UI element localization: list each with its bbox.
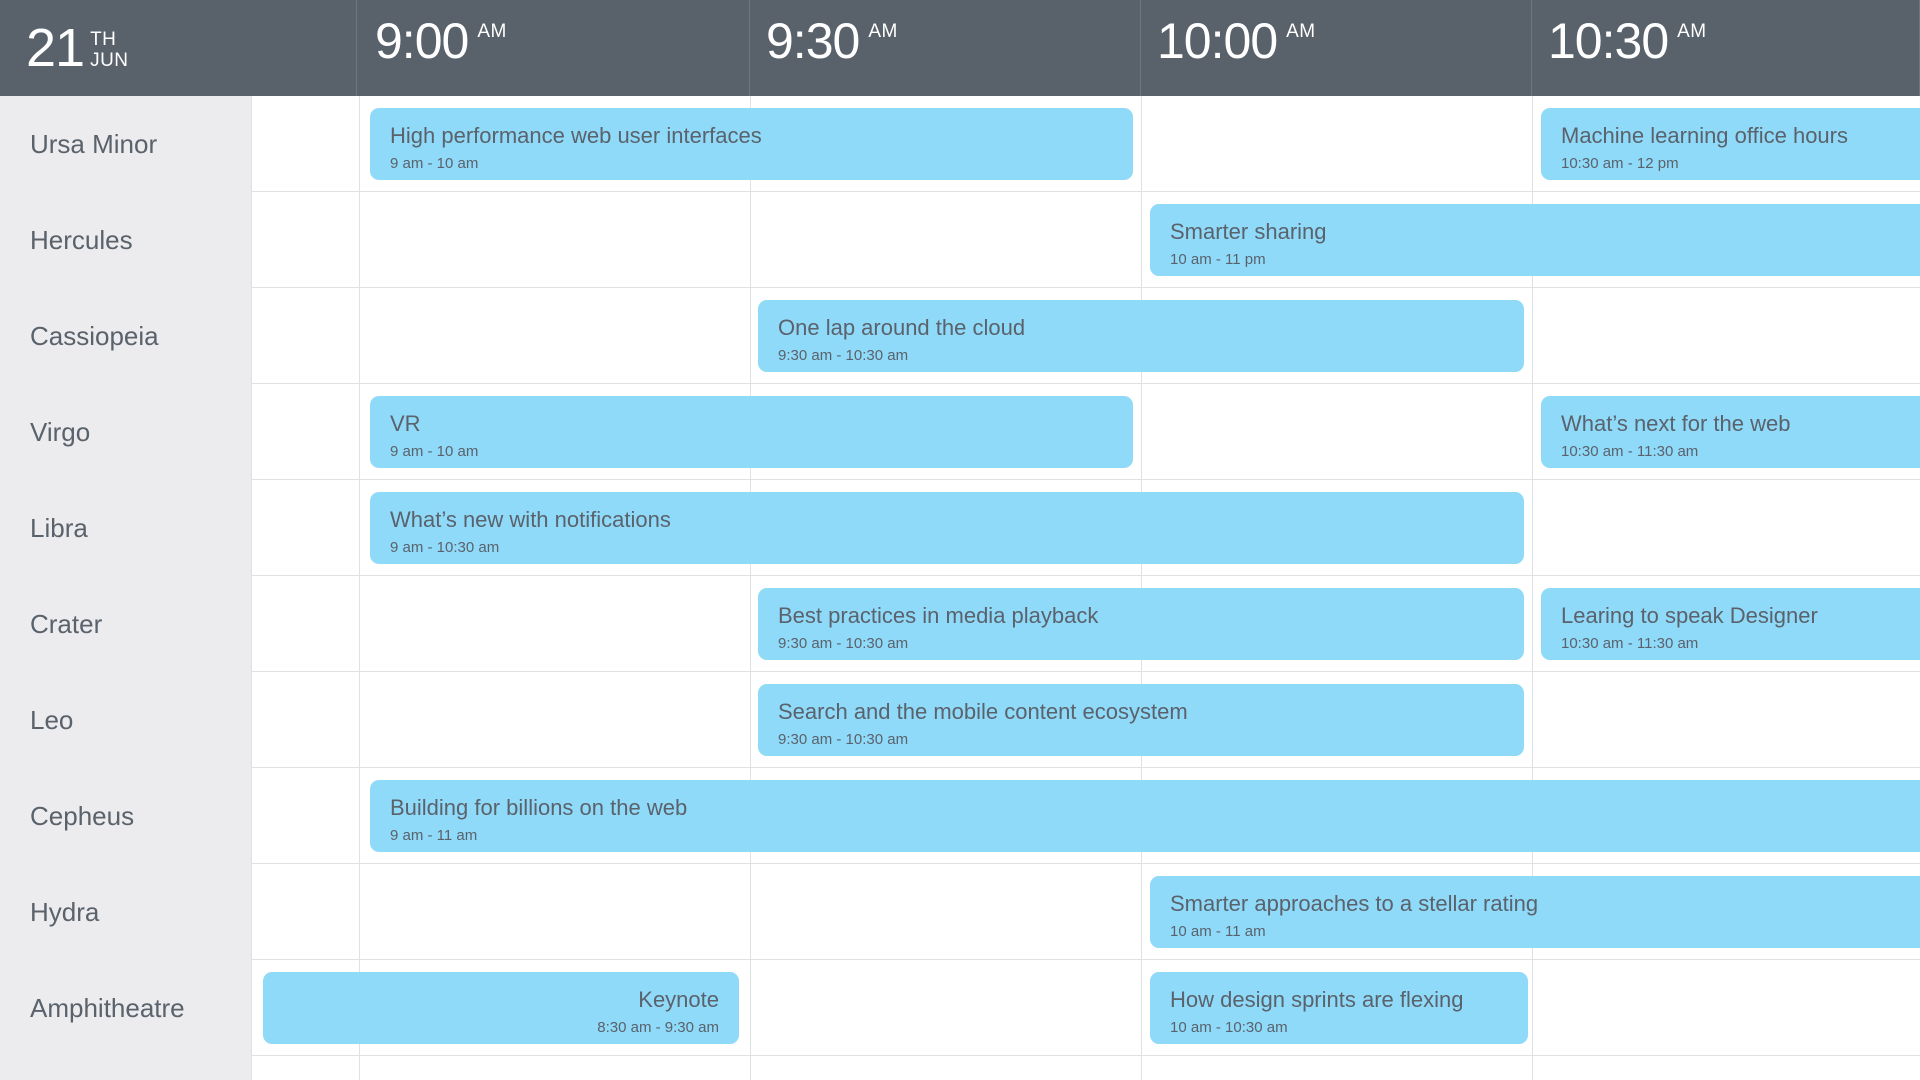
time-column-meridiem: AM: [1677, 21, 1707, 42]
grid-line-vertical-0: [251, 96, 252, 1080]
event-block[interactable]: Machine learning office hours 10:30 am - …: [1541, 108, 1920, 180]
event-time-range: 10:30 am - 12 pm: [1561, 155, 1679, 172]
event-block[interactable]: Building for billions on the web 9 am - 1…: [370, 780, 1920, 852]
event-time-range: 9:30 am - 10:30 am: [778, 635, 909, 652]
time-column-label: 9:30: [766, 13, 860, 69]
event-title: Keynote: [638, 987, 719, 1012]
event-block[interactable]: VR 9 am - 10 am: [370, 396, 1133, 468]
event-title: VR: [390, 411, 421, 436]
event-title: Best practices in media playback: [778, 603, 1099, 628]
time-column-meridiem: AM: [1286, 21, 1316, 42]
event-title: One lap around the cloud: [778, 315, 1026, 340]
event-time-range: 10 am - 10:30 am: [1170, 1019, 1288, 1036]
event-time-range: 9 am - 10 am: [390, 155, 479, 172]
event-block[interactable]: Keynote 8:30 am - 9:30 am: [263, 972, 739, 1044]
event-block[interactable]: High performance web user interfaces 9 am…: [370, 108, 1133, 180]
event-title: Learing to speak Designer: [1561, 603, 1818, 628]
event-block[interactable]: What’s new with notifications 9 am - 10:3…: [370, 492, 1524, 564]
time-column-header-10-00[interactable]: 10:00 AM: [1141, 0, 1532, 96]
event-block[interactable]: One lap around the cloud 9:30 am - 10:30 …: [758, 300, 1524, 372]
header-date-month: JUN: [90, 50, 129, 71]
event-block[interactable]: Smarter approaches to a stellar rating 10…: [1150, 876, 1920, 948]
event-title: High performance web user interfaces: [390, 123, 762, 148]
schedule-header: 21 TH JUN 9:00 AM 9:30 AM 10:00 AM 10:30 AM: [0, 0, 1920, 96]
room-label-leo[interactable]: Leo: [0, 672, 251, 768]
event-block[interactable]: Smarter sharing 10 am - 11 pm: [1150, 204, 1920, 276]
time-column-header-9-00[interactable]: 9:00 AM: [359, 0, 750, 96]
room-label-hydra[interactable]: Hydra: [0, 864, 251, 960]
event-title: What’s new with notifications: [390, 507, 671, 532]
time-column-meridiem: AM: [477, 21, 507, 42]
event-block[interactable]: What’s next for the web 10:30 am - 11:30 …: [1541, 396, 1920, 468]
event-title: What’s next for the web: [1561, 411, 1791, 436]
event-title: Machine learning office hours: [1561, 123, 1848, 148]
event-block[interactable]: Learing to speak Designer 10:30 am - 11:3…: [1541, 588, 1920, 660]
room-label-cepheus[interactable]: Cepheus: [0, 768, 251, 864]
room-label-cassiopeia[interactable]: Cassiopeia: [0, 288, 251, 384]
room-label-hercules[interactable]: Hercules: [0, 192, 251, 288]
event-block[interactable]: How design sprints are flexing 10 am - 10…: [1150, 972, 1528, 1044]
event-time-range: 9 am - 11 am: [390, 827, 478, 844]
header-date: 21 TH JUN: [0, 0, 357, 96]
event-time-range: 9 am - 10:30 am: [390, 539, 500, 556]
room-label-virgo[interactable]: Virgo: [0, 384, 251, 480]
schedule-body[interactable]: Ursa Minor Hercules Cassiopeia Virgo Libra Cr…: [0, 96, 1920, 1080]
room-label-crater[interactable]: Crater: [0, 576, 251, 672]
event-time-range: 10 am - 11 pm: [1170, 251, 1266, 268]
time-column-header-10-30[interactable]: 10:30 AM: [1532, 0, 1920, 96]
event-time-range: 10:30 am - 11:30 am: [1561, 443, 1699, 460]
event-title: Smarter sharing: [1170, 219, 1327, 244]
time-column-meridiem: AM: [868, 21, 898, 42]
event-time-range: 8:30 am - 9:30 am: [597, 1019, 719, 1036]
event-time-range: 10 am - 11 am: [1170, 923, 1266, 940]
time-column-label: 10:00: [1157, 13, 1278, 69]
room-label-ursa-minor[interactable]: Ursa Minor: [0, 96, 251, 192]
event-time-range: 9:30 am - 10:30 am: [778, 731, 909, 748]
event-time-range: 9 am - 10 am: [390, 443, 479, 460]
time-column-label: 10:30: [1548, 13, 1669, 69]
room-label-amphitheatre[interactable]: Amphitheatre: [0, 960, 251, 1056]
header-date-number: 21: [26, 18, 85, 78]
time-column-header-9-30[interactable]: 9:30 AM: [750, 0, 1141, 96]
event-block[interactable]: Best practices in media playback 9:30 am …: [758, 588, 1524, 660]
room-label-libra[interactable]: Libra: [0, 480, 251, 576]
header-date-suffix-group: TH JUN: [90, 25, 128, 71]
event-time-range: 10:30 am - 11:30 am: [1561, 635, 1699, 652]
header-date-ordinal-suffix: TH: [90, 29, 117, 50]
event-block[interactable]: Search and the mobile content ecosystem 9…: [758, 684, 1524, 756]
event-title: How design sprints are flexing: [1170, 987, 1464, 1012]
grid-line-vertical-2: [750, 96, 751, 1080]
event-time-range: 9:30 am - 10:30 am: [778, 347, 909, 364]
event-title: Smarter approaches to a stellar rating: [1170, 891, 1539, 916]
schedule-app: 21 TH JUN 9:00 AM 9:30 AM 10:00 AM 10:30 AM Urs…: [0, 0, 1920, 1080]
time-column-label: 9:00: [375, 13, 469, 69]
event-title: Search and the mobile content ecosystem: [778, 699, 1188, 724]
grid-line-vertical-1: [359, 96, 360, 1080]
event-title: Building for billions on the web: [390, 795, 688, 820]
